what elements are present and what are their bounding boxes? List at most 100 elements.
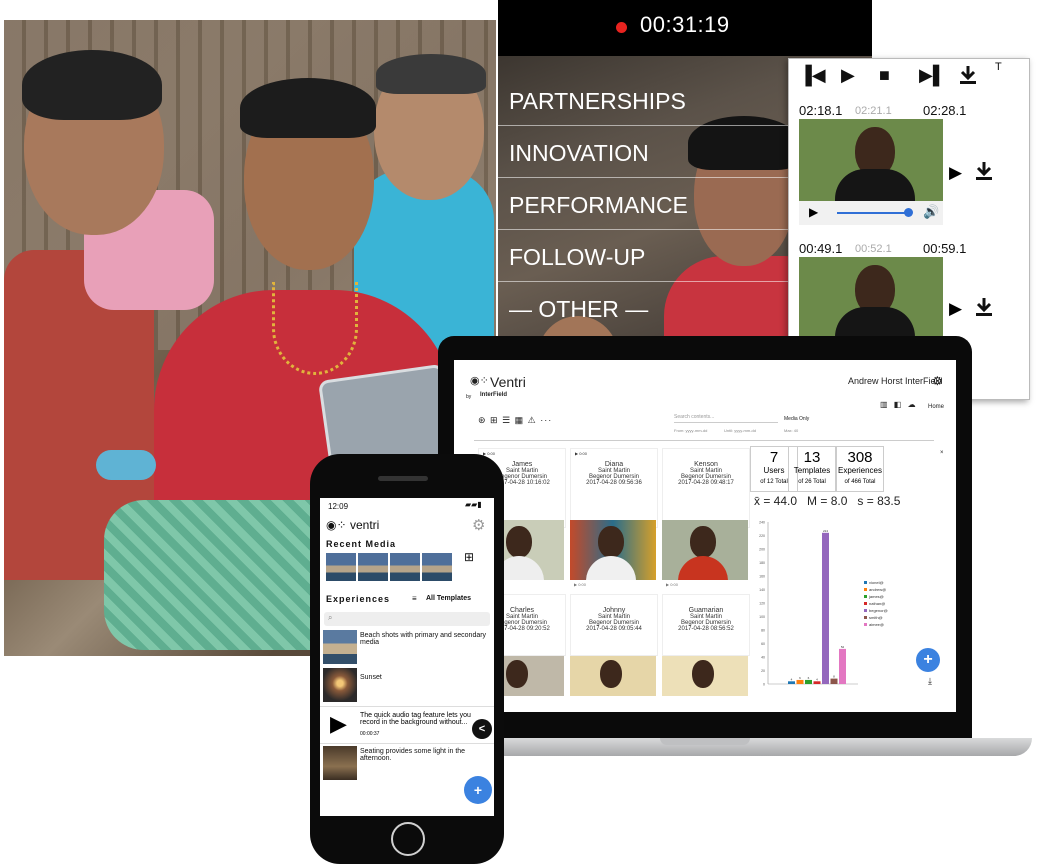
recent-media-heading: Recent Media <box>326 539 397 549</box>
experience-item-1[interactable]: Beach shots with primary and secondary m… <box>360 632 490 646</box>
volume-icon[interactable]: 🔊 <box>923 204 939 220</box>
media-card[interactable]: Guamarian Saint Martin Begenor Dumersin … <box>662 594 750 656</box>
bar-andrew <box>796 679 804 684</box>
stat-experiences: 308 Experiences of 466 Total <box>836 446 884 492</box>
close-icon[interactable]: × <box>940 450 944 456</box>
clip1-mid: 02:21.1 <box>855 105 892 117</box>
play-chip[interactable]: ▶ 0:00 <box>575 451 587 456</box>
y-tick-label: 20 <box>761 669 765 673</box>
phone-home-button[interactable] <box>391 822 425 856</box>
recent-media-thumb[interactable] <box>326 553 356 581</box>
legend-label: begenor@ <box>869 608 888 613</box>
max-input[interactable]: Max: 40 <box>784 428 798 433</box>
play-icon[interactable]: ▶ <box>949 163 962 183</box>
download-icon[interactable] <box>959 65 977 90</box>
search-input[interactable]: Search contents... <box>674 414 778 423</box>
recent-media-thumb[interactable] <box>390 553 420 581</box>
y-tick-label: 180 <box>759 561 765 565</box>
media-card[interactable]: Kenson Saint Martin Begenor Dumersin 201… <box>662 448 750 528</box>
experience-thumb[interactable] <box>323 668 357 702</box>
ventri-mobile-app: 12:09 ▰▰▮ ◉⁘ ventri ⚙ Recent Media ⊞ Exp… <box>320 498 494 816</box>
all-templates-filter[interactable]: All Templates <box>426 595 471 602</box>
bar-value-label: 6 <box>808 676 810 680</box>
category-performance[interactable]: PERFORMANCE <box>498 180 790 230</box>
clip1-thumbnail[interactable] <box>799 119 943 201</box>
experience-thumb[interactable] <box>323 746 357 780</box>
experience-item-3[interactable]: The quick audio tag feature lets you rec… <box>360 712 488 726</box>
recent-media-thumb[interactable] <box>358 553 388 581</box>
add-button[interactable]: + <box>916 648 940 672</box>
y-tick-label: 40 <box>761 656 765 660</box>
search-input[interactable]: ⌕ <box>324 612 490 626</box>
gear-icon[interactable]: ⚙ <box>472 516 485 534</box>
legend-label: vionel@ <box>869 580 884 585</box>
video-thumbnail[interactable] <box>570 520 656 580</box>
bar-aimee <box>839 648 846 684</box>
battery-icon: ▰▰▮ <box>465 500 482 509</box>
media-card[interactable]: Johnny Saint Martin Begenor Dumersin 201… <box>570 594 658 656</box>
media-card[interactable]: ▶ 0:00 Diana Saint Martin Begenor Dumers… <box>570 448 658 528</box>
legend-swatch <box>864 623 867 626</box>
y-tick-label: 100 <box>759 615 765 619</box>
legend-swatch <box>864 616 867 619</box>
until-date-input[interactable]: Until: yyyy-mm-dd <box>724 428 756 433</box>
skip-back-icon[interactable]: ▐◀ <box>799 65 826 86</box>
download-icon[interactable] <box>975 297 993 322</box>
category-partnerships[interactable]: PARTNERSHIPS <box>498 76 790 126</box>
brand-name: InterField <box>480 392 508 398</box>
app-title: Ventri <box>490 374 526 390</box>
add-button[interactable]: + <box>464 776 492 804</box>
volume-handle[interactable] <box>904 208 913 217</box>
clip1-progress[interactable]: ▶ 🔊 <box>799 201 943 225</box>
experience-item-2[interactable]: Sunset <box>360 674 382 681</box>
play-icon[interactable]: ▶ <box>841 65 855 86</box>
y-tick-label: 60 <box>761 642 765 646</box>
toolbar-icons[interactable]: ▥ ◧ ☁ <box>880 400 918 409</box>
clip2-mid: 00:52.1 <box>855 243 892 255</box>
volume-track[interactable] <box>837 212 909 214</box>
play-icon[interactable]: ▶ <box>809 205 818 219</box>
brand-prefix: by <box>466 394 472 400</box>
bar-nathan <box>813 681 821 684</box>
recent-media-thumb[interactable] <box>422 553 452 581</box>
stop-icon[interactable]: ■ <box>879 65 890 86</box>
media-only-toggle[interactable]: Media Only <box>784 416 809 422</box>
bar-value-label: 6 <box>799 676 801 680</box>
from-date-input[interactable]: From: yyyy-mm-dd <box>674 428 707 433</box>
legend-label: andrew@ <box>869 587 886 592</box>
legend-label: james@ <box>868 594 884 599</box>
play-icon[interactable]: ▶ <box>330 711 347 737</box>
play-chip[interactable]: ▶ 0:00 <box>574 582 586 587</box>
summary-stats: x̄ = 44.0 M = 8.0 s = 83.5 <box>754 494 901 508</box>
legend-swatch <box>864 602 867 605</box>
clip2-thumbnail[interactable] <box>799 257 943 337</box>
gear-icon[interactable]: ⚙ <box>932 374 943 388</box>
video-thumbnail[interactable] <box>570 656 656 696</box>
y-tick-label: 200 <box>759 548 765 552</box>
audio-experience-row[interactable]: ▶ The quick audio tag feature lets you r… <box>320 706 494 744</box>
skip-forward-icon[interactable]: ▶▌ <box>919 65 946 86</box>
play-chip[interactable]: ▶ 0:00 <box>666 582 678 587</box>
experience-item-4[interactable]: Seating provides some light in the after… <box>360 748 490 762</box>
video-thumbnail[interactable] <box>662 656 748 696</box>
download-icon[interactable]: ⤓ <box>928 676 932 687</box>
download-icon[interactable] <box>975 161 993 186</box>
category-innovation[interactable]: INNOVATION <box>498 128 790 178</box>
video-thumbnail[interactable] <box>662 520 748 580</box>
home-link[interactable]: Home <box>928 404 944 410</box>
category-follow-up[interactable]: FOLLOW-UP <box>498 232 790 282</box>
recording-indicator-icon <box>616 22 627 33</box>
legend-swatch <box>864 609 867 612</box>
experience-thumb[interactable] <box>323 630 357 664</box>
experiences-bar-chart: 0 20 40 60 80 100 120 140 160 180 200 220 240 4 vionel… <box>759 521 888 687</box>
grid-icon[interactable]: ⊞ <box>464 550 474 564</box>
legend-swatch <box>864 581 867 584</box>
bar-vionel <box>788 681 795 684</box>
user-name[interactable]: Andrew Horst InterField <box>848 376 943 386</box>
category-other[interactable]: — OTHER — <box>498 284 790 334</box>
filter-icon[interactable]: ≡ <box>412 594 417 603</box>
back-button[interactable]: < <box>472 719 492 739</box>
play-icon[interactable]: ▶ <box>949 299 962 319</box>
view-toolbar-icons[interactable]: ⊛ ⊞ ☰ ▦ ⚠ ··· <box>478 415 552 426</box>
stat-templates: 13 Templates of 26 Total <box>788 446 836 492</box>
